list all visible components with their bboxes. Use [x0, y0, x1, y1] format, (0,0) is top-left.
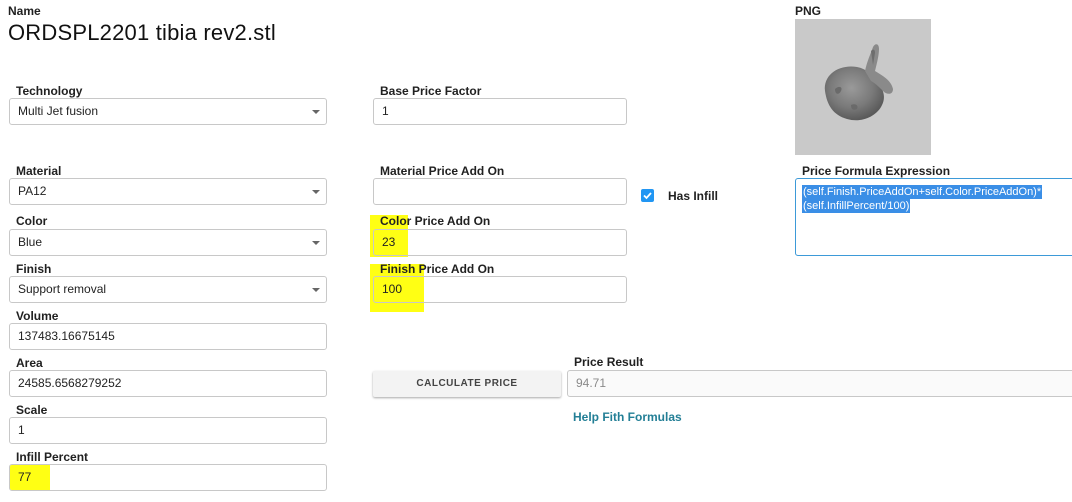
- color-select[interactable]: Blue: [9, 229, 327, 256]
- png-label: PNG: [795, 4, 822, 18]
- volume-input[interactable]: 137483.16675145: [9, 323, 327, 350]
- price-result-value: 94.71: [576, 376, 607, 390]
- finish-select[interactable]: Support removal: [9, 276, 327, 303]
- model-preview-image: [795, 19, 931, 155]
- color-value: Blue: [18, 235, 43, 249]
- finish-price-addon-input[interactable]: 100: [373, 276, 627, 303]
- finish-value: Support removal: [18, 282, 107, 296]
- base-price-factor-input[interactable]: 1: [373, 98, 627, 125]
- area-label: Area: [16, 356, 43, 370]
- chevron-down-icon[interactable]: [312, 190, 320, 194]
- infill-percent-label: Infill Percent: [16, 450, 89, 464]
- material-value: PA12: [18, 184, 47, 198]
- finish-label: Finish: [16, 262, 52, 276]
- chevron-down-icon[interactable]: [312, 241, 320, 245]
- help-formulas-link[interactable]: Help Fith Formulas: [573, 410, 682, 424]
- price-result-input: 94.71: [567, 370, 1072, 397]
- price-formula-textarea[interactable]: (self.Finish.PriceAddOn+self.Color.Price…: [795, 178, 1072, 256]
- infill-percent-value: 77: [18, 470, 32, 484]
- has-infill-label: Has Infill: [668, 189, 719, 203]
- scale-input[interactable]: 1: [9, 417, 327, 444]
- chevron-down-icon[interactable]: [312, 288, 320, 292]
- page-title: ORDSPL2201 tibia rev2.stl: [8, 20, 276, 45]
- price-formula-label: Price Formula Expression: [802, 164, 951, 178]
- area-value: 24585.6568279252: [18, 376, 122, 390]
- color-price-addon-value: 23: [382, 235, 396, 249]
- name-label: Name: [8, 4, 41, 18]
- chevron-down-icon[interactable]: [312, 110, 320, 114]
- price-result-label: Price Result: [574, 355, 644, 369]
- material-price-addon-label: Material Price Add On: [380, 164, 505, 178]
- material-label: Material: [16, 164, 62, 178]
- base-price-factor-value: 1: [382, 104, 389, 118]
- color-price-addon-label: Color Price Add On: [380, 214, 491, 228]
- infill-percent-input[interactable]: 77: [9, 464, 327, 491]
- volume-label: Volume: [16, 309, 59, 323]
- has-infill-checkbox[interactable]: [641, 189, 654, 202]
- calculate-price-button[interactable]: CALCULATE PRICE: [373, 371, 561, 397]
- check-icon: [643, 192, 652, 200]
- technology-value: Multi Jet fusion: [18, 104, 99, 118]
- color-price-addon-input[interactable]: 23: [373, 229, 627, 256]
- color-label: Color: [16, 214, 48, 228]
- material-price-addon-input[interactable]: [373, 178, 627, 205]
- material-select[interactable]: PA12: [9, 178, 327, 205]
- model-render-icon: [824, 44, 893, 121]
- base-price-factor-label: Base Price Factor: [380, 84, 482, 98]
- finish-price-addon-value: 100: [382, 282, 403, 296]
- area-input[interactable]: 24585.6568279252: [9, 370, 327, 397]
- technology-label: Technology: [16, 84, 83, 98]
- scale-value: 1: [18, 423, 25, 437]
- formula-line-2: (self.InfillPercent/100): [802, 199, 911, 213]
- finish-price-addon-label: Finish Price Add On: [380, 262, 495, 276]
- scale-label: Scale: [16, 403, 48, 417]
- formula-line-1: (self.Finish.PriceAddOn+self.Color.Price…: [802, 185, 1043, 199]
- technology-select[interactable]: Multi Jet fusion: [9, 98, 327, 125]
- volume-value: 137483.16675145: [18, 329, 115, 343]
